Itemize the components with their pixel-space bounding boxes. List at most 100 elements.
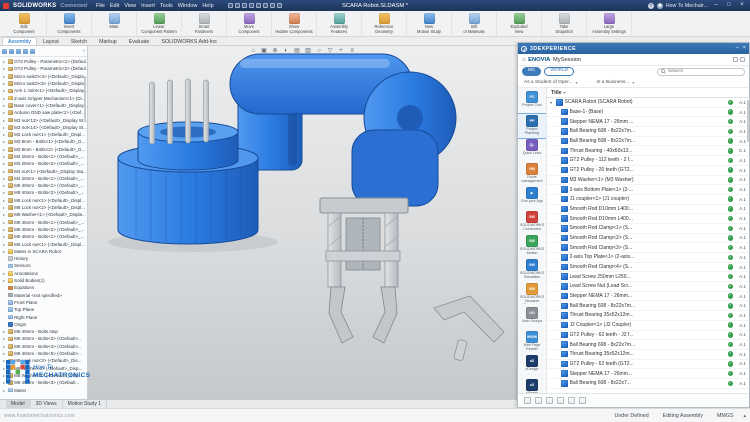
list-row[interactable]: Ball Bearing 608 - 8x22x7...✓A.1 <box>547 379 749 389</box>
list-header[interactable]: Title ▾ <box>547 88 749 98</box>
tree-item[interactable]: ▸M3 Lock nut<1> (<Default>_Displ... <box>0 131 87 138</box>
credentials-filter[interactable]: As a Student of Oper... <box>524 80 573 85</box>
save-icon[interactable] <box>242 3 247 8</box>
list-row[interactable]: Base-1- (Base)✓A.1 <box>547 108 749 118</box>
list-row[interactable]: Ball Bearing 608 - 8x22x7m...✓A.1 <box>547 137 749 147</box>
search-input[interactable] <box>668 69 741 74</box>
edit-appearance-icon[interactable]: ▽ <box>326 47 334 55</box>
list-row[interactable]: Smooth Rod D10mm L400...✓A.1 <box>547 205 749 215</box>
list-row[interactable]: Ball Bearing 608 - 8x22x7m...✓A.1 <box>547 127 749 137</box>
ribbon-large-assembly-settings-button[interactable]: LargeAssembly Settings <box>587 12 632 36</box>
list-row[interactable]: Ball Bearing 608 - 8x22x7m...✓A.1 <box>547 301 749 311</box>
tree-scrollbar[interactable] <box>84 76 87 122</box>
tree-item[interactable]: Front Plane <box>0 299 87 306</box>
zoom-to-area-icon[interactable]: ▣ <box>260 47 268 55</box>
share-icon[interactable] <box>733 57 738 62</box>
tree-item[interactable]: ▸M3 nut<13> (<Default>_Display St... <box>0 116 87 123</box>
tree-item[interactable]: ▸M8 40mm - Bolts<2> (<Default>_... <box>0 189 87 196</box>
app-route-management[interactable]: RMRoute management <box>518 162 546 186</box>
app-run-your-app[interactable]: ▶Run your App <box>518 186 546 210</box>
tree-item[interactable]: ▸M8 Lock nut<1> (<Default>_Displ... <box>0 197 87 204</box>
featuremanager-design-tree-icon[interactable] <box>2 49 7 54</box>
list-row[interactable]: Smooth Rod Clamp<4> (S...✓A.1 <box>547 263 749 273</box>
tree-item[interactable]: ▸M5 Lock nut<1> (<Default>_Displ... <box>0 240 87 247</box>
ribbon-insert-components-button[interactable]: InsertComponents <box>47 12 92 36</box>
session-tab-world[interactable]: WORLD <box>544 67 574 76</box>
app-quick-links[interactable]: QLQuick Links <box>518 138 546 162</box>
tree-item[interactable]: ▸M8 40mm - Bolts<5> (<Default>... <box>0 350 87 357</box>
tree-item[interactable]: ▸Base cover<1> (<Default>_Display... <box>0 102 87 109</box>
app-project-planning[interactable]: PPProject Planning <box>518 114 546 138</box>
graphics-viewport[interactable]: ⌂▣⊕◐▤▥○▽+≡ <box>88 46 517 399</box>
tab-markup[interactable]: Markup <box>93 37 123 45</box>
configurationmanager-icon[interactable] <box>16 49 21 54</box>
new-icon[interactable] <box>228 3 233 8</box>
tree-item[interactable]: ▸M3 8mm - Bolts<1> (<Default>_D... <box>0 138 87 145</box>
tree-item[interactable]: ▸GT2 Pulley - Parametric<2> (Defaul... <box>0 65 87 72</box>
menu-edit[interactable]: Edit <box>110 3 119 9</box>
tree-item[interactable]: ▸Micro switch<4> (<Default>_Displa... <box>0 73 87 80</box>
tree-item[interactable]: ▸Solid Bodies(1) <box>0 277 87 284</box>
list-row[interactable]: Smooth Rod Clamp<1> (S...✓A.1 <box>547 224 749 234</box>
model-tab-model[interactable]: Model <box>6 400 31 408</box>
robot-3d-model[interactable] <box>88 46 517 399</box>
open-icon[interactable] <box>235 3 240 8</box>
app-xshape[interactable]: xSxShape <box>518 378 546 393</box>
redo-icon[interactable] <box>263 3 268 8</box>
menu-insert[interactable]: Insert <box>141 3 155 9</box>
menu-help[interactable]: Help <box>202 3 213 9</box>
display-style-icon[interactable]: ▥ <box>304 47 312 55</box>
collapse-pane-icon[interactable]: » <box>82 48 85 54</box>
ribbon-move-component-button[interactable]: MoveComponent <box>227 12 272 36</box>
list-view-icon[interactable] <box>535 397 542 404</box>
view-settings-icon[interactable]: ≡ <box>348 47 356 55</box>
list-row[interactable]: GT2 Pulley - 112 teeth - 2 f...✓A.1 <box>547 156 749 166</box>
tree-item[interactable]: ▸M8 45mm - Bolts<2> (<Default>_... <box>0 226 87 233</box>
user-avatar-icon[interactable] <box>657 3 663 9</box>
tab-sketch[interactable]: Sketch <box>65 37 93 45</box>
tree-item[interactable]: ▸M8 45mm - Bolts<1> (<Default>_... <box>0 219 87 226</box>
minimize-button[interactable]: – <box>711 0 721 11</box>
list-row[interactable]: ▾SCARA Robot (SCARA Robot)✓A.1 <box>547 98 749 108</box>
displaymanager-icon[interactable] <box>30 49 35 54</box>
help-icon[interactable]: ? <box>648 3 654 9</box>
list-row[interactable]: Smooth Rod Clamp<2> (S...✓A.1 <box>547 234 749 244</box>
tab-assembly[interactable]: Assembly <box>2 37 37 45</box>
zoom-to-fit-icon[interactable]: ⌂ <box>249 47 257 55</box>
app-solidworks-motion[interactable]: SWSOLIDWORKS Motion <box>518 234 546 258</box>
expand-icon[interactable] <box>579 397 586 404</box>
ribbon-new-motion-study-button[interactable]: NewMotion Study <box>407 12 452 36</box>
tree-item[interactable]: ▸M4 20mm - Bolts<1> (<Default>_... <box>0 175 87 182</box>
session-tab-mc[interactable]: MC <box>522 67 541 76</box>
tree-item[interactable]: ▸M5 45mm - Bolts<1> (<Default>_... <box>0 233 87 240</box>
tree-item[interactable]: ▸Mates <box>0 386 87 393</box>
statusbar-expand-icon[interactable]: ▴ <box>743 413 746 419</box>
ribbon-take-snapshot-button[interactable]: TakeSnapshot <box>542 12 587 36</box>
list-row[interactable]: J2 Coupler<1> (J2 Coupler)✓A.1 <box>547 321 749 331</box>
ribbon-show-hidden-components-button[interactable]: ShowHidden Components <box>272 12 317 36</box>
tree-item[interactable]: ▸Arduino GND saw plate<1> (<Def... <box>0 109 87 116</box>
tree-item[interactable]: ▸Z-axis Gripper Mechanism<1> (Di... <box>0 94 87 101</box>
tree-item[interactable]: ▸GT2 Pulley - Parametric<1> (Defaul... <box>0 58 87 65</box>
list-row[interactable]: Lead Screw Nut (Lead Scr...✓A.1 <box>547 282 749 292</box>
rebuild-icon[interactable] <box>270 3 275 8</box>
tab-layout[interactable]: Layout <box>37 37 65 45</box>
tree-item[interactable]: Material <not specified> <box>0 292 87 299</box>
ribbon-mate-button[interactable]: Mate <box>92 12 137 36</box>
home-icon[interactable]: ⌂ <box>522 56 526 64</box>
taskpane-close-icon[interactable]: × <box>743 43 746 54</box>
tree-item[interactable]: ▸Arm 1 Joint<1> (<Default>_Display... <box>0 87 87 94</box>
tree-item[interactable]: Origin <box>0 321 87 328</box>
tree-item[interactable]: History <box>0 255 87 262</box>
list-row[interactable]: 2-axis Bottom Plate<1> (2-...✓A.1 <box>547 185 749 195</box>
dimxpertmanager-icon[interactable] <box>23 49 28 54</box>
list-row[interactable]: Thrust Bearing 35x52x12m...✓A.1 <box>547 311 749 321</box>
ribbon-bill-of-materials-button[interactable]: Billof Materials <box>452 12 497 36</box>
options-icon[interactable] <box>277 3 282 8</box>
list-row[interactable]: 2-axis Top Plate<1> (2-axis...✓A.1 <box>547 253 749 263</box>
app-user-groups[interactable]: UGUser Groups <box>518 306 546 330</box>
app-project-cost[interactable]: PCProject Cost <box>518 90 546 114</box>
tree-item[interactable]: ▸M3 8mm - Bolts<2> (<Default>_D... <box>0 146 87 153</box>
list-scrollbar[interactable] <box>747 100 750 142</box>
tree-item[interactable]: ▸M8 40mm - Bolts<4> (<Default>... <box>0 343 87 350</box>
